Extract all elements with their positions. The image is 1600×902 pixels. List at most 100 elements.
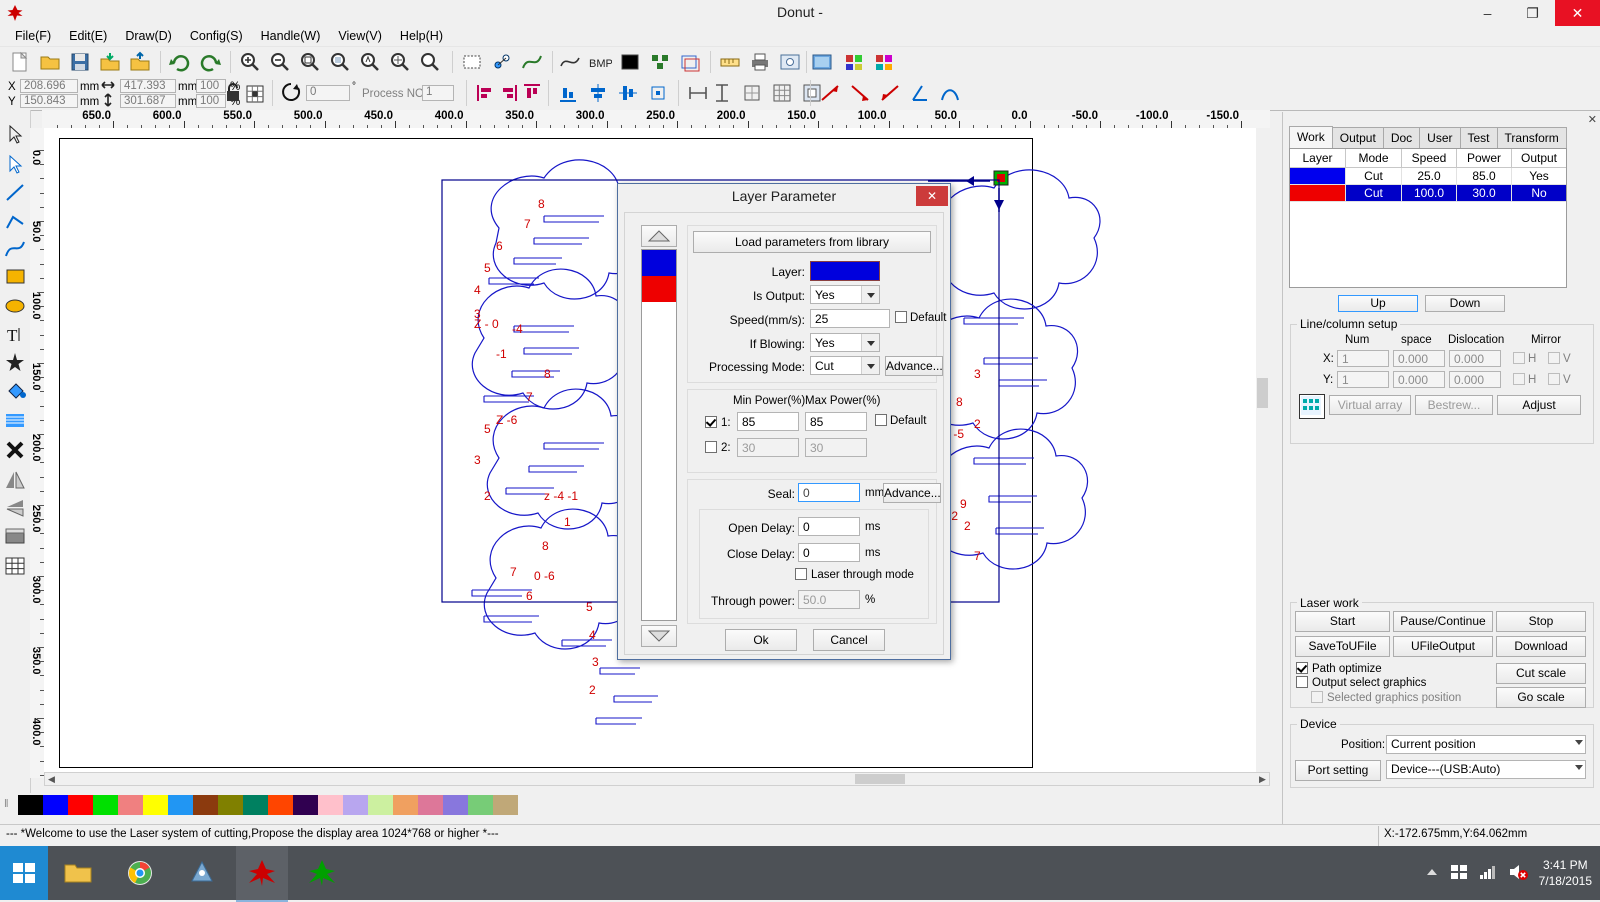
maximize-button[interactable]: ❐ [1510, 0, 1555, 26]
zoom-page-icon[interactable] [418, 50, 442, 74]
menu-edit[interactable]: Edit(E) [60, 27, 116, 45]
anchor-grid-icon[interactable] [244, 80, 266, 106]
palette-swatch[interactable] [443, 795, 468, 815]
menu-draw[interactable]: Draw(D) [116, 27, 181, 45]
import-icon[interactable] [98, 50, 122, 74]
palette-swatch[interactable] [93, 795, 118, 815]
polyline-icon[interactable] [3, 208, 28, 233]
close-delay-input[interactable]: 0 [798, 543, 860, 562]
palette-swatch[interactable] [143, 795, 168, 815]
scroll-down-icon[interactable] [641, 625, 677, 647]
tab-transform[interactable]: Transform [1497, 127, 1567, 149]
bmp-icon[interactable]: BMP [588, 50, 612, 74]
is-output-combobox[interactable]: Yes [810, 285, 880, 304]
x-space-input[interactable]: 0.000 [1393, 350, 1445, 367]
same-width-icon[interactable] [686, 81, 710, 105]
seal-input[interactable]: 0 [798, 483, 860, 502]
preview-icon[interactable] [778, 50, 802, 74]
height-input[interactable]: 301.687 [120, 94, 176, 108]
node-edit-icon[interactable] [3, 152, 28, 177]
open-delay-input[interactable]: 0 [798, 517, 860, 536]
menu-handle[interactable]: Handle(W) [252, 27, 330, 45]
palette-swatch[interactable] [218, 795, 243, 815]
power-1-min-input[interactable]: 85 [737, 412, 799, 431]
horizontal-scrollbar[interactable]: ◀ ▶ [44, 772, 1270, 786]
pause-continue-button[interactable]: Pause/Continue [1393, 611, 1493, 632]
selected-graphics-position-checkbox[interactable] [1311, 691, 1323, 703]
path-curve-icon[interactable] [520, 50, 544, 74]
layer-color-icon[interactable] [842, 50, 866, 74]
zoom-out-icon[interactable] [268, 50, 292, 74]
palette-swatch[interactable] [293, 795, 318, 815]
palette-swatch[interactable] [318, 795, 343, 815]
x-dislocation-input[interactable]: 0.000 [1449, 350, 1501, 367]
start-button[interactable]: Start [1295, 611, 1390, 632]
layer-list-item-red[interactable] [642, 276, 676, 302]
export-icon[interactable] [128, 50, 152, 74]
adjust-button[interactable]: Adjust [1497, 395, 1581, 415]
node-merge-icon[interactable] [818, 81, 842, 105]
device-combobox[interactable]: Device---(USB:Auto) [1386, 760, 1586, 779]
x-position-input[interactable]: 208.696 [20, 79, 78, 93]
ok-button[interactable]: Ok [725, 629, 797, 651]
up-button[interactable]: Up [1338, 295, 1418, 312]
align-bottom-icon[interactable] [556, 81, 580, 105]
menu-config[interactable]: Config(S) [181, 27, 252, 45]
align-center-icon[interactable] [646, 81, 670, 105]
layer-list[interactable] [641, 249, 677, 621]
tab-doc[interactable]: Doc [1383, 127, 1420, 149]
same-height-icon[interactable] [710, 81, 734, 105]
menu-file[interactable]: File(F) [6, 27, 60, 45]
power-1-checkbox[interactable] [705, 416, 717, 428]
virtual-array-icon[interactable] [1299, 394, 1325, 419]
palette-swatch[interactable] [243, 795, 268, 815]
through-power-input[interactable]: 50.0 [798, 590, 860, 609]
palette-swatch[interactable] [193, 795, 218, 815]
palette-swatch[interactable] [118, 795, 143, 815]
output-select-graphics-checkbox[interactable] [1296, 676, 1308, 688]
go-scale-button[interactable]: Go scale [1496, 687, 1586, 708]
select-arrow-icon[interactable] [3, 122, 28, 147]
tab-work[interactable]: Work [1289, 126, 1333, 149]
paint-bucket-icon[interactable] [3, 378, 28, 403]
path-optimize-checkbox[interactable] [1296, 662, 1308, 674]
y-num-input[interactable]: 1 [1337, 371, 1389, 388]
windows-tray-icon[interactable] [1450, 863, 1468, 884]
bezier-icon[interactable] [3, 236, 28, 261]
redo-icon[interactable] [198, 50, 222, 74]
down-button[interactable]: Down [1425, 295, 1505, 312]
power-2-checkbox[interactable] [705, 441, 717, 453]
windows-start-icon[interactable] [0, 846, 48, 900]
align-right-icon[interactable] [496, 81, 520, 105]
ellipse-icon[interactable] [3, 294, 28, 319]
y-position-input[interactable]: 150.843 [20, 94, 78, 108]
ufile-output-button[interactable]: UFileOutput [1393, 636, 1493, 657]
palette-swatch[interactable] [368, 795, 393, 815]
invert-icon[interactable] [618, 50, 642, 74]
palette-swatch[interactable] [343, 795, 368, 815]
horizontal-scroll-thumb[interactable] [855, 774, 905, 784]
table-row[interactable]: Cut 100.0 30.0 No [1290, 185, 1566, 202]
palette-swatch[interactable] [43, 795, 68, 815]
close-button[interactable]: ✕ [1555, 0, 1600, 26]
x-mirror-v-checkbox[interactable] [1548, 352, 1560, 364]
tab-test[interactable]: Test [1460, 127, 1498, 149]
text-icon[interactable]: T [3, 322, 28, 347]
palette-swatch[interactable] [393, 795, 418, 815]
seal-advance-button[interactable]: Advance... [883, 483, 941, 503]
scroll-left-arrow-icon[interactable]: ◀ [45, 773, 58, 785]
table-row[interactable]: Cut 25.0 85.0 Yes [1290, 168, 1566, 185]
load-parameters-from-library-button[interactable]: Load parameters from library [693, 231, 931, 253]
align-top-icon[interactable] [520, 81, 544, 105]
stop-button[interactable]: Stop [1496, 611, 1586, 632]
y-mirror-v-checkbox[interactable] [1548, 373, 1560, 385]
scroll-right-arrow-icon[interactable]: ▶ [1256, 773, 1269, 785]
speed-input[interactable]: 25 [810, 309, 890, 328]
layer-list-item-blue[interactable] [642, 250, 676, 276]
new-file-icon[interactable] [8, 50, 32, 74]
palette-swatch[interactable] [18, 795, 43, 815]
array-icon[interactable] [648, 50, 672, 74]
dialog-close-button[interactable]: ✕ [916, 186, 948, 206]
position-combobox[interactable]: Current position [1386, 735, 1586, 754]
rdworks-green-icon[interactable] [296, 846, 348, 900]
